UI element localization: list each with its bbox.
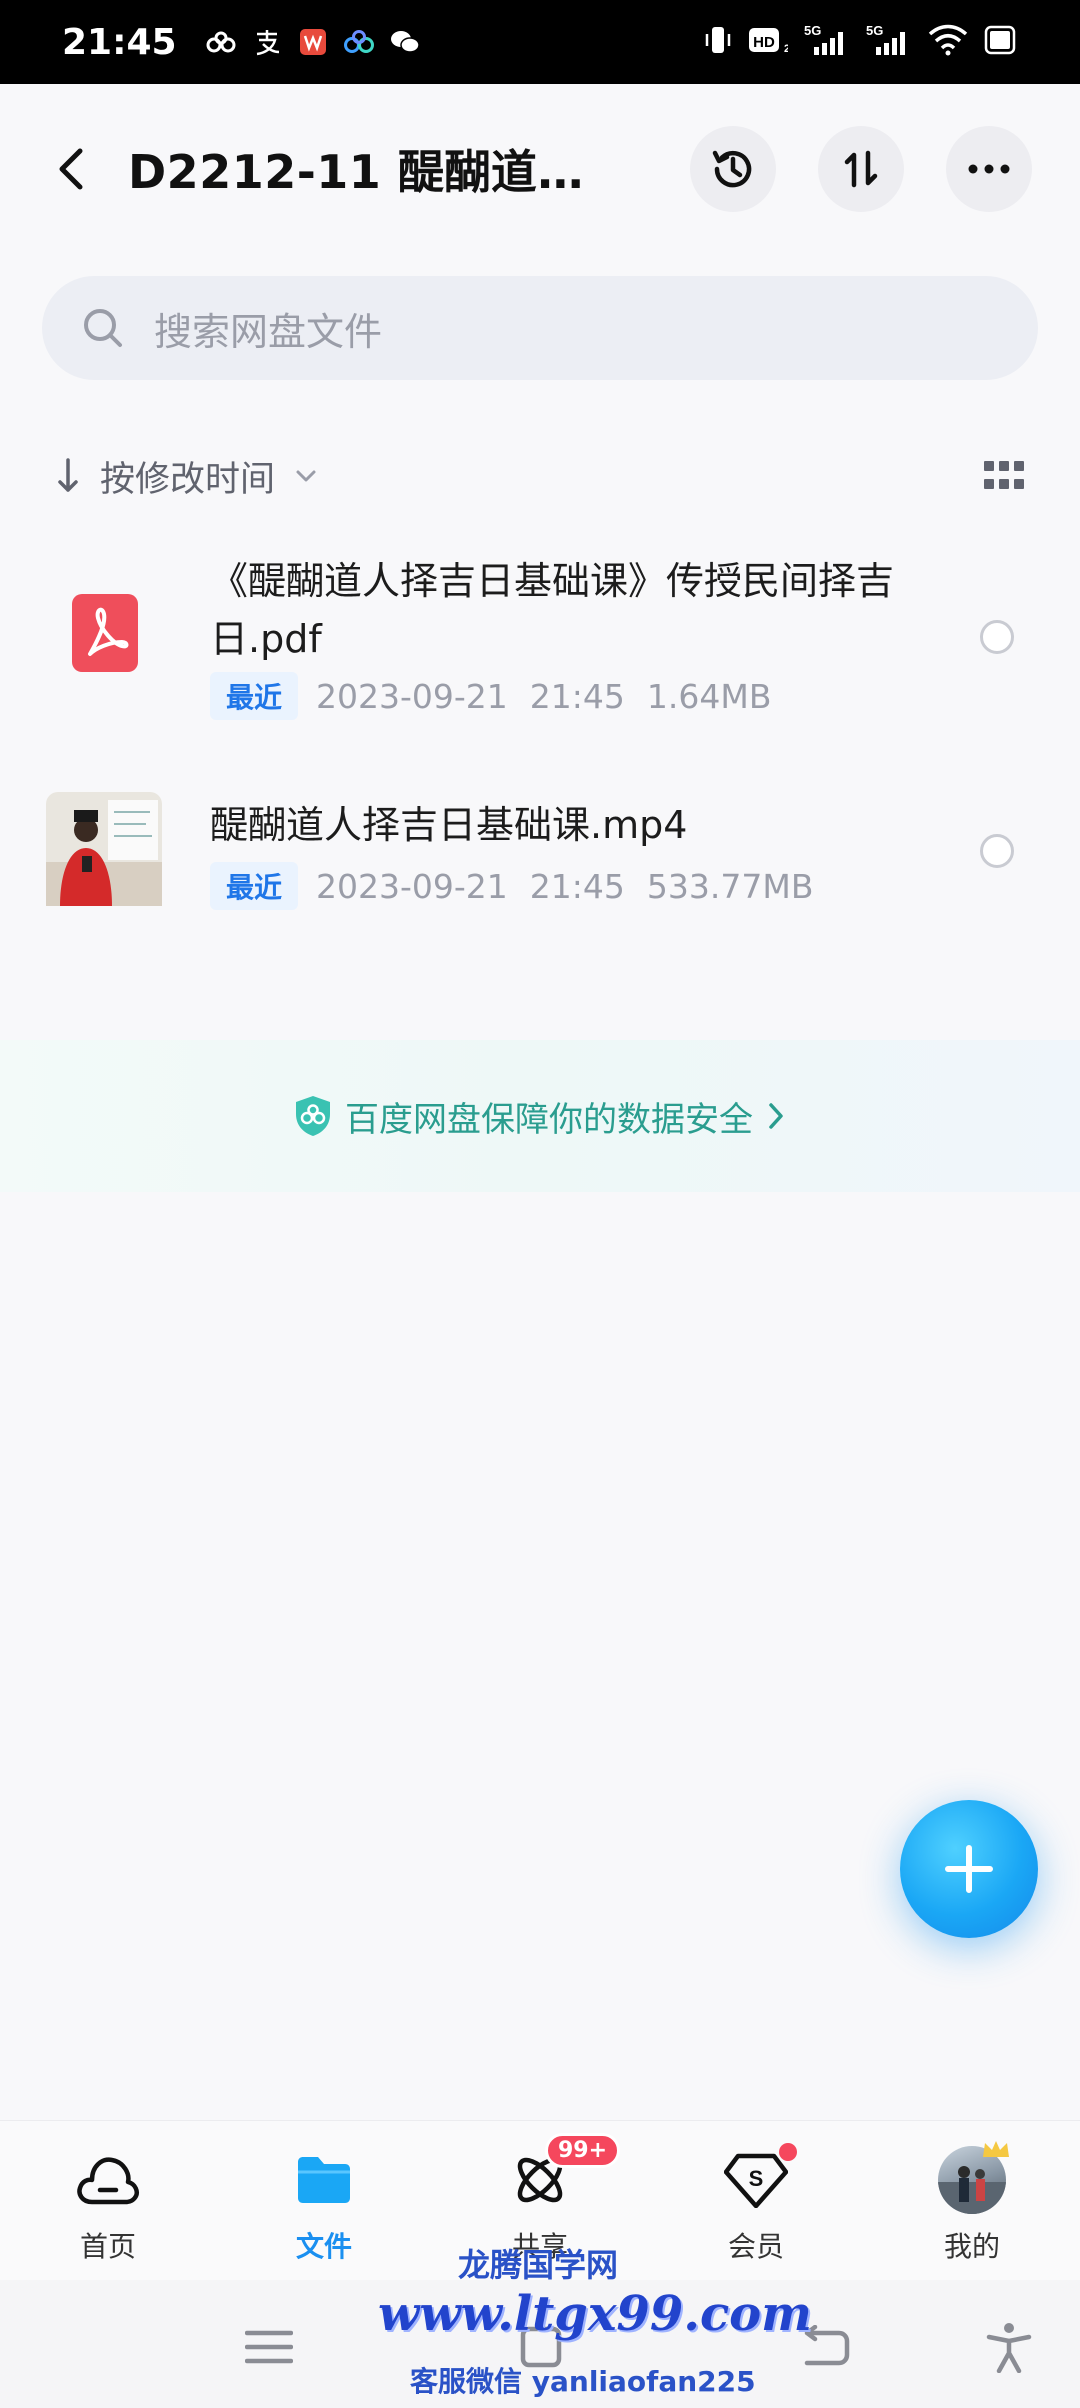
search-placeholder: 搜索网盘文件: [154, 309, 383, 354]
header-bar: D2212-11 醍醐道…: [0, 84, 1080, 254]
status-bar: 21:45 HD 2 5G 5G: [0, 0, 1080, 84]
file-name: 醍醐道人择吉日基础课.mp4: [210, 803, 688, 847]
crown-icon: [983, 2141, 1009, 2157]
svg-text:2: 2: [784, 43, 788, 55]
add-button[interactable]: [900, 1800, 1038, 1938]
baidu-netdisk-icon: [205, 26, 237, 58]
svg-text:5G: 5G: [866, 23, 883, 38]
back-arrow-icon: [59, 148, 83, 190]
accessibility-button[interactable]: [982, 2320, 1036, 2374]
file-time: 21:45: [529, 676, 625, 716]
grid-view-button[interactable]: [984, 461, 1024, 491]
nav-label: 我的: [943, 2230, 1000, 2263]
sort-label[interactable]: 按修改时间: [100, 451, 275, 502]
vip-diamond-icon: S: [721, 2143, 797, 2215]
wifi-icon: [928, 24, 968, 61]
video-thumbnail: [46, 792, 162, 910]
select-checkbox[interactable]: [980, 834, 1014, 868]
history-icon: [712, 150, 752, 188]
transfer-button[interactable]: [818, 126, 904, 212]
select-checkbox[interactable]: [980, 620, 1014, 654]
file-size: 533.77MB: [646, 866, 814, 906]
page-title: D2212-11 醍醐道…: [128, 145, 584, 199]
wechat-icon: [389, 26, 421, 58]
search-input[interactable]: 搜索网盘文件: [42, 276, 1038, 380]
battery-icon: [984, 25, 1018, 60]
pdf-file-icon: [46, 588, 166, 684]
nav-home[interactable]: 首页: [0, 2121, 216, 2281]
file-name: 《醍醐道人择吉日基础课》传授民间择吉日.pdf: [210, 559, 895, 661]
file-size: 1.64MB: [646, 676, 772, 716]
status-time: 21:45: [62, 21, 177, 63]
avatar-wrap: [937, 2141, 1009, 2215]
sort-down-icon: [58, 458, 78, 492]
file-time: 21:45: [529, 866, 625, 906]
sort-bar: 按修改时间: [56, 446, 1024, 506]
nav-label: 会员: [727, 2230, 784, 2263]
file-row[interactable]: 醍醐道人择吉日基础课.mp4 最近 2023-09-21 21:45 533.7…: [0, 780, 1080, 920]
cloud-home-icon: [73, 2145, 143, 2215]
file-date: 2023-09-21: [316, 676, 508, 716]
safety-banner[interactable]: 百度网盘保障你的数据安全: [0, 1040, 1080, 1192]
safety-text: 百度网盘保障你的数据安全: [345, 1099, 753, 1140]
vibrate-icon: [704, 24, 732, 61]
file-meta: 最近 2023-09-21 21:45 1.64MB: [210, 672, 772, 720]
svg-text:5G: 5G: [804, 23, 821, 38]
recent-badge: 最近: [210, 672, 299, 720]
sort-transfer-icon: [844, 150, 878, 188]
svg-text:S: S: [749, 2166, 764, 2191]
hd-icon: HD 2: [748, 25, 790, 60]
nav-vip[interactable]: S 会员: [648, 2121, 864, 2281]
nav-files[interactable]: 文件: [216, 2121, 432, 2281]
notification-count-badge: 99+: [545, 2133, 621, 2168]
baidu-app-icon: [343, 26, 375, 58]
grid-icon: [984, 461, 994, 471]
chevron-right-icon: [769, 1103, 783, 1129]
signal-5g-icon: 5G: [804, 23, 850, 62]
chevron-down-icon[interactable]: [293, 463, 319, 489]
plus-icon: [945, 1845, 993, 1893]
file-date: 2023-09-21: [316, 866, 508, 906]
more-button[interactable]: [946, 126, 1032, 212]
nav-label: 文件: [295, 2230, 352, 2263]
watermark-contact: 客服微信 yanliaofan225: [410, 2365, 756, 2398]
status-system-icons: HD 2 5G 5G: [704, 23, 1018, 62]
file-meta: 最近 2023-09-21 21:45 533.77MB: [210, 862, 814, 910]
recent-badge: 最近: [210, 862, 299, 910]
more-icon: [968, 164, 1010, 174]
header-actions: [690, 126, 1032, 212]
share-atom-icon: 99+: [505, 2133, 621, 2215]
shield-icon: [296, 1096, 330, 1136]
nav-label: 首页: [79, 2230, 136, 2263]
accessibility-icon: [986, 2323, 1032, 2373]
folder-icon: [289, 2145, 359, 2215]
file-row[interactable]: 《醍醐道人择吉日基础课》传授民间择吉日.pdf 最近 2023-09-21 21…: [0, 548, 1080, 728]
status-app-icons: [205, 26, 421, 58]
wps-icon: [297, 26, 329, 58]
notification-dot: [779, 2143, 797, 2161]
signal-5g-icon: 5G: [866, 23, 912, 62]
watermark-site-name: 龙腾国学网: [458, 2246, 619, 2284]
history-button[interactable]: [690, 126, 776, 212]
menu-icon: [245, 2330, 293, 2364]
menu-button[interactable]: [242, 2320, 296, 2374]
watermark-url: www.ltgx99.com: [378, 2286, 812, 2342]
svg-text:HD: HD: [753, 34, 775, 51]
search-icon: [84, 309, 122, 347]
back-button[interactable]: [48, 139, 92, 199]
alipay-icon: [251, 26, 283, 58]
nav-profile[interactable]: 我的: [864, 2121, 1080, 2281]
